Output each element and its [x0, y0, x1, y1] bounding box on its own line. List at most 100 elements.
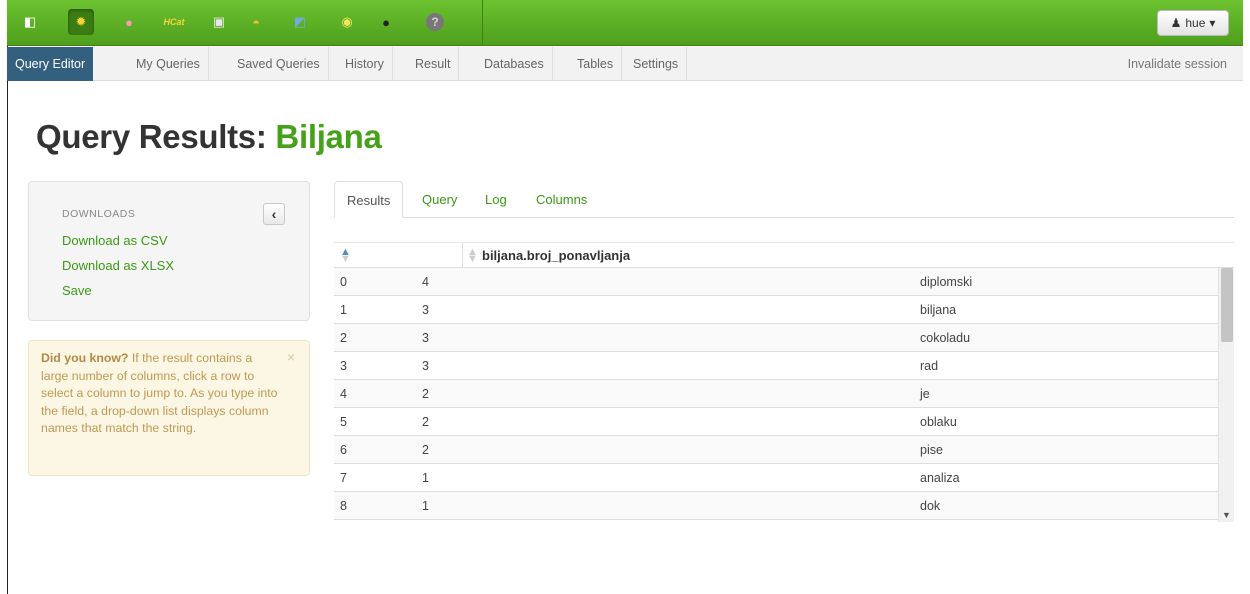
job-browser-icon-glyph: ◩ [293, 14, 307, 29]
nav-settings[interactable]: Settings [625, 47, 688, 81]
file-browser-icon[interactable]: ▣ [206, 9, 232, 35]
hcatalog-icon-glyph: HCat [163, 17, 185, 27]
table-row[interactable]: 5 2 oblaku [334, 408, 1218, 436]
job-designer-icon-glyph: ◓ [252, 14, 260, 30]
count-cell: 1 [422, 471, 429, 485]
row-index-cell: 6 [340, 443, 347, 457]
count-cell: 2 [422, 443, 429, 457]
nav-history[interactable]: History [337, 47, 393, 81]
job-browser-icon[interactable]: ◩ [287, 9, 313, 35]
nav-query-editor[interactable]: Query Editor [7, 47, 94, 81]
tab-results[interactable]: Results [334, 181, 404, 218]
collapse-sidebar-button[interactable]: ‹ [263, 203, 285, 225]
row-index-cell: 7 [340, 471, 347, 485]
download-csv-link[interactable]: Download as CSV [62, 233, 168, 248]
word-cell: analiza [920, 471, 960, 485]
oozie-icon[interactable]: ◉ [334, 9, 360, 35]
word-cell: pise [920, 443, 943, 457]
downloads-panel: DOWNLOADS Download as CSV Download as XL… [28, 181, 310, 321]
word-cell: cokoladu [920, 331, 971, 345]
tab-log[interactable]: Log [485, 181, 507, 218]
row-index-cell: 3 [340, 359, 347, 373]
nav-tables[interactable]: Tables [569, 47, 623, 81]
count-cell: 1 [422, 499, 429, 513]
table-row[interactable]: 3 3 rad [334, 352, 1218, 380]
oozie-icon-glyph: ◉ [341, 14, 353, 29]
table-row[interactable]: 8 1 dok [334, 492, 1218, 520]
column-header[interactable]: biljana.broj_ponavljanja [482, 248, 630, 263]
user-name: hue [1185, 16, 1206, 30]
scroll-down-icon[interactable]: ▼ [1222, 510, 1231, 520]
count-cell: 2 [422, 387, 429, 401]
download-xlsx-link[interactable]: Download as XLSX [62, 258, 174, 273]
page-title: Query Results: Biljana [36, 118, 382, 156]
user-admin-icon-glyph: ● [382, 14, 390, 30]
table-scrollbar[interactable]: ▼ [1218, 268, 1234, 522]
table-row[interactable]: 7 1 analiza [334, 464, 1218, 492]
page-title-prefix: Query Results: [36, 118, 267, 155]
hcatalog-icon[interactable]: HCat [161, 9, 187, 35]
sub-navigation: Query Editor My Queries Saved Queries Hi… [7, 47, 1243, 81]
row-index-cell: 4 [340, 387, 347, 401]
count-cell: 3 [422, 331, 429, 345]
count-cell: 3 [422, 303, 429, 317]
table-row[interactable]: 1 3 biljana [334, 296, 1218, 324]
table-row[interactable]: 4 2 je [334, 380, 1218, 408]
nav-result[interactable]: Result [407, 47, 460, 81]
pig-icon-glyph: ● [125, 14, 133, 30]
table-header: ▲ ▼ ▲ ▼ biljana.broj_ponavljanja [334, 242, 1234, 269]
hue-home-icon[interactable]: ◧ [17, 9, 43, 35]
row-index-cell: 2 [340, 331, 347, 345]
help-icon-glyph: ? [426, 13, 444, 31]
row-index-cell: 0 [340, 275, 347, 289]
page-title-query-name: Biljana [275, 118, 382, 155]
close-icon[interactable]: × [287, 349, 295, 365]
navbar-divider [482, 0, 483, 46]
nav-saved-queries[interactable]: Saved Queries [229, 47, 329, 81]
nav-databases[interactable]: Databases [476, 47, 553, 81]
tab-query[interactable]: Query [422, 181, 457, 218]
table-row[interactable]: 0 4 diplomski [334, 268, 1218, 296]
job-designer-icon[interactable]: ◓ [243, 9, 269, 35]
user-icon: ♟ [1170, 16, 1182, 30]
help-icon[interactable]: ? [422, 9, 448, 35]
scrollbar-thumb[interactable] [1221, 268, 1233, 342]
caret-down-icon: ▾ [1209, 16, 1216, 30]
word-cell: rad [920, 359, 939, 373]
count-cell: 3 [422, 359, 429, 373]
result-tabs: Results Query Log Columns [334, 181, 1234, 218]
column-divider [462, 243, 463, 269]
top-navbar: ◧ ✹ ● HCat ▣ ◓ ◩ ◉ ●? ♟ hue ▾ [7, 0, 1243, 46]
results-table: ▲ ▼ ▲ ▼ biljana.broj_ponavljanja 0 4 diploms… [334, 242, 1234, 522]
table-row[interactable]: 2 3 cokoladu [334, 324, 1218, 352]
pig-icon[interactable]: ● [116, 9, 142, 35]
word-cell: je [920, 387, 930, 401]
chevron-left-icon: ‹ [271, 206, 277, 222]
downloads-header: DOWNLOADS [62, 208, 136, 220]
user-admin-icon[interactable]: ● [373, 9, 399, 35]
row-index-cell: 8 [340, 499, 347, 513]
beeswax-query-icon-glyph: ✹ [75, 14, 87, 29]
beeswax-query-icon[interactable]: ✹ [68, 9, 94, 35]
word-cell: oblaku [920, 415, 957, 429]
file-browser-icon-glyph: ▣ [212, 14, 226, 29]
count-cell: 2 [422, 415, 429, 429]
tip-text: Did you know? If the result contains a l… [41, 350, 281, 438]
user-menu-button[interactable]: ♟ hue ▾ [1157, 10, 1229, 36]
sort-icon[interactable]: ▲ ▼ [467, 247, 478, 265]
tip-title: Did you know? [41, 351, 129, 365]
row-index-cell: 5 [340, 415, 347, 429]
table-row[interactable]: 6 2 pise [334, 436, 1218, 464]
tab-columns[interactable]: Columns [536, 181, 587, 218]
hue-home-icon-glyph: ◧ [23, 14, 37, 29]
sort-asc-icon[interactable]: ▲ ▼ [340, 247, 351, 265]
save-link[interactable]: Save [62, 283, 92, 298]
nav-my-queries[interactable]: My Queries [128, 47, 209, 81]
word-cell: biljana [920, 303, 957, 317]
count-cell: 4 [422, 275, 429, 289]
did-you-know-alert: Did you know? If the result contains a l… [28, 340, 310, 476]
row-index-cell: 1 [340, 303, 347, 317]
word-cell: dok [920, 499, 941, 513]
invalidate-session-link[interactable]: Invalidate session [1128, 47, 1227, 81]
word-cell: diplomski [920, 275, 973, 289]
